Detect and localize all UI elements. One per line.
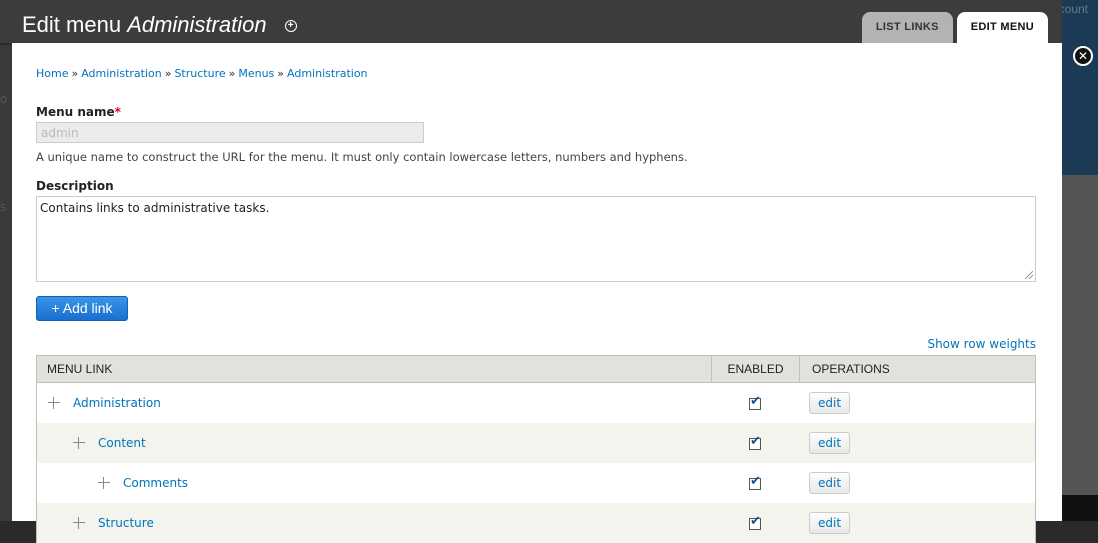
enabled-checkbox[interactable] [749,474,761,490]
header-menu-link: Menu link [47,362,113,376]
title-menu-name: Administration [127,12,267,37]
menu-link-title[interactable]: Administration [73,396,161,410]
overlay-content: Home» Administration» Structure» Menus» Admi… [12,43,1062,543]
tab-list-links[interactable]: List links [861,12,953,43]
title-prefix: Edit menu [22,12,122,37]
backdrop-right-bottom [1062,495,1098,521]
edit-button[interactable]: edit [809,432,851,454]
enabled-checkbox[interactable] [749,394,761,410]
table-row: Administration edit [37,383,1035,423]
backdrop-right [1062,0,1098,521]
edit-button[interactable]: edit [809,392,851,414]
overlay-header: Edit menu Administration + List links Ed… [0,0,1062,43]
drag-handle-icon[interactable] [97,476,111,490]
header-enabled: Enabled [711,356,799,382]
required-marker: * [114,105,121,119]
operations-cell: edit [799,512,1035,534]
table-header: Menu link Enabled Operations [37,355,1035,383]
menu-name-help: A unique name to construct the URL for t… [36,150,688,164]
close-icon[interactable]: ✕ [1073,46,1093,66]
operations-cell: edit [799,472,1035,494]
enabled-cell [711,514,799,530]
drag-handle-icon[interactable] [47,396,61,410]
breadcrumb-home[interactable]: Home [36,67,68,80]
breadcrumb-administration[interactable]: Administration [81,67,162,80]
menu-link-cell: Content [37,436,711,450]
backdrop-right-mid [1062,175,1098,495]
backdrop-fragment: o [0,92,8,106]
breadcrumb-separator: » [277,67,285,80]
show-row-weights-link[interactable]: Show row weights [927,337,1036,351]
header-operations: Operations [799,356,1035,382]
table-row: Content edit [37,423,1035,463]
add-shortcut-icon[interactable]: + [284,20,297,32]
drag-handle-icon[interactable] [72,436,86,450]
backdrop-fragment: s [0,200,7,214]
menu-link-cell: Comments [37,476,711,490]
description-label: Description [36,179,114,193]
table-row: Comments edit [37,463,1035,503]
menu-link-title[interactable]: Comments [123,476,188,490]
operations-cell: edit [799,432,1035,454]
menu-name-label: Menu name* [36,105,121,119]
breadcrumb-menus[interactable]: Menus [238,67,274,80]
enabled-cell [711,394,799,410]
enabled-checkbox[interactable] [749,514,761,530]
breadcrumb-separator: » [71,67,79,80]
menu-link-cell: Administration [37,396,711,410]
menu-links-table: Menu link Enabled Operations Administrat… [36,355,1036,543]
resize-grip-icon[interactable] [1025,271,1033,279]
menu-name-input[interactable] [36,122,424,143]
table-row: Structure edit [37,503,1035,543]
operations-cell: edit [799,392,1035,414]
breadcrumb-separator: » [164,67,172,80]
enabled-cell [711,434,799,450]
menu-link-title[interactable]: Structure [98,516,154,530]
description-text: Contains links to administrative tasks. [40,201,270,215]
menu-link-title[interactable]: Content [98,436,146,450]
backdrop-left [0,0,12,521]
tab-edit-menu[interactable]: Edit menu [956,12,1048,43]
edit-button[interactable]: edit [809,472,851,494]
drag-handle-icon[interactable] [72,516,86,530]
enabled-checkbox[interactable] [749,434,761,450]
overlay-title: Edit menu Administration + [22,12,297,38]
description-textarea[interactable]: Contains links to administrative tasks. [36,196,1036,282]
menu-name-label-text: Menu name [36,105,115,119]
breadcrumb-separator: » [228,67,236,80]
breadcrumb-menu-administration[interactable]: Administration [287,67,368,80]
edit-button[interactable]: edit [809,512,851,534]
add-link-button[interactable]: + Add link [36,296,128,321]
enabled-cell [711,474,799,490]
overlay-tabs: List links Edit menu [861,12,1048,43]
breadcrumb-structure[interactable]: Structure [174,67,225,80]
menu-link-cell: Structure [37,516,711,530]
breadcrumb: Home» Administration» Structure» Menus» Admi… [36,67,368,80]
